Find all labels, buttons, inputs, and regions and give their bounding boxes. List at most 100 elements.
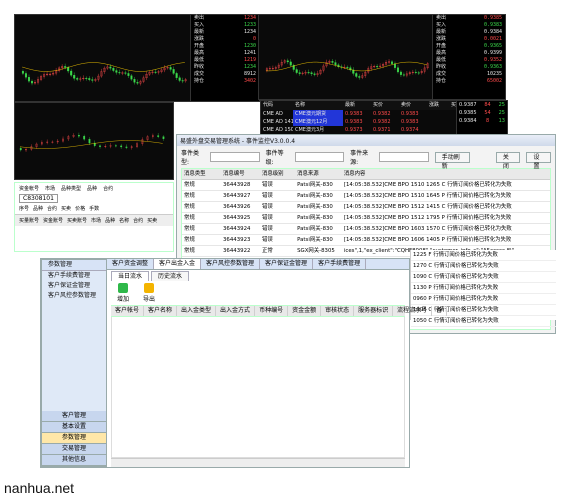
candle-body xyxy=(136,82,139,84)
market-cell: CME AD 1412 xyxy=(263,119,293,125)
filter-event-source-select[interactable] xyxy=(379,152,429,162)
event-cell: 常规 xyxy=(184,226,195,232)
event-header-cell: 消息级别 xyxy=(262,171,284,177)
candle-body xyxy=(376,66,379,68)
quote-row: 开盘 1230 xyxy=(191,43,259,50)
nav-header: 参数管理 xyxy=(42,260,106,271)
column-header[interactable]: 服务器标识 xyxy=(354,306,394,316)
market-header-cell: 名称 xyxy=(295,102,306,108)
admin-tab[interactable]: 客户资金调整 xyxy=(107,259,155,269)
quote-panel: 卖出 0.9385 买入 0.9383 最新 0.9384 涨跌 0.0021 开盘 0.9365… xyxy=(432,15,505,99)
quote-value: 1230 xyxy=(243,43,256,49)
horizontal-scrollbar[interactable] xyxy=(111,458,405,467)
event-row[interactable]: 常规 36443924 错误 Patsi网关-830 [14:05:38.532]CME… xyxy=(182,224,550,235)
nav-section-button[interactable]: 客户管理 xyxy=(42,411,106,422)
candle-body xyxy=(402,74,405,76)
event-cell: Patsi网关-830 xyxy=(297,193,333,199)
event-row[interactable]: 常规 36443923 错误 Patsi网关-830 [14:05:38.532]CME… xyxy=(182,235,550,246)
order-label: 市场 xyxy=(45,186,56,192)
refresh-button[interactable]: 手动刷新 xyxy=(434,151,470,170)
column-header[interactable]: 出入金方式 xyxy=(216,306,256,316)
event-cell: Patsi网关-830 xyxy=(297,204,333,210)
candle-body xyxy=(310,72,313,75)
quote-row: 买入 0.9383 xyxy=(433,22,505,29)
admin-tab[interactable]: 客户保证金管理 xyxy=(260,259,314,269)
column-header[interactable]: 客户帐号 xyxy=(111,306,145,316)
column-header[interactable]: 币种编号 xyxy=(255,306,289,316)
toolbar: 增加 导出 xyxy=(107,281,409,305)
market-header-cell: 最新 xyxy=(345,102,356,108)
nav-item[interactable]: 客户风控参数管理 xyxy=(42,291,106,301)
event-row[interactable]: 常规 36443926 错误 Patsi网关-830 [14:05:38.532]CME… xyxy=(182,202,550,213)
event-cell: Patsi网关-830 xyxy=(297,215,333,221)
event-row[interactable]: 常规 36443928 错误 Patsi网关-830 [14:05:38.532]CME… xyxy=(182,180,550,191)
admin-tab[interactable]: 客户出金入金 xyxy=(154,259,202,269)
order-field-label: 手数 xyxy=(89,206,100,212)
nav-section-button[interactable]: 参数管理 xyxy=(42,433,106,444)
candle-body xyxy=(30,80,34,84)
event-table-header: 消息类型 消息编号 消息级别 消息来源 消息内容 xyxy=(182,169,550,180)
admin-tab[interactable]: 客户手续费管理 xyxy=(313,259,367,269)
event-cell: 常规 xyxy=(184,193,195,199)
quote-label: 最高 xyxy=(436,50,447,56)
column-header[interactable]: 备 xyxy=(432,306,448,316)
candle-body xyxy=(396,67,399,73)
candle-body xyxy=(83,135,86,140)
close-button[interactable]: 关闭 xyxy=(495,151,521,170)
quote-value: 0.0021 xyxy=(483,36,502,42)
filter-event-level-select[interactable] xyxy=(294,152,345,162)
settings-button[interactable]: 设置 xyxy=(526,151,552,170)
filter-event-type: 事件类型: xyxy=(181,150,200,166)
quote-row: 最新 0.9384 xyxy=(433,29,505,36)
nav-section-button[interactable]: 交易管理 xyxy=(42,444,106,455)
account-select[interactable]: C8308101 xyxy=(19,194,58,203)
event-cell: 常规 xyxy=(184,237,195,243)
nav-section-button[interactable]: 基本设置 xyxy=(42,422,106,433)
event-overflow-item: 1270 C 行情订阅价格已转化为失败 xyxy=(411,261,556,272)
nav-item[interactable]: 客户保证金管理 xyxy=(42,281,106,291)
quote-row: 买入 1233 xyxy=(191,22,259,29)
candle-body xyxy=(76,78,79,80)
quote-label: 成交 xyxy=(436,71,447,77)
quote-row: 成交 8912 xyxy=(191,71,259,78)
event-row[interactable]: 常规 36443925 错误 Patsi网关-830 [14:05:38.532]CME… xyxy=(182,213,550,224)
quote-label: 开盘 xyxy=(436,43,447,49)
column-header[interactable]: 出入金类型 xyxy=(177,306,217,316)
order-field-label: 序号 xyxy=(19,206,30,212)
quote-label: 卖出 xyxy=(436,15,447,21)
market-side: 0.9387 84 25 0.9385 54 25 0.9384 8 13 xyxy=(456,101,507,137)
filter-event-type-select[interactable] xyxy=(209,152,260,162)
quote-label: 最高 xyxy=(194,50,205,56)
quote-value: 0.9383 xyxy=(483,22,502,28)
quote-row: 最高 1241 xyxy=(191,50,259,57)
column-header[interactable]: 资金金额 xyxy=(288,306,322,316)
market-cell: CME澳元12月 xyxy=(293,118,343,126)
column-header[interactable]: 审核状态 xyxy=(321,306,355,316)
admin-tab[interactable]: 客户风控参数管理 xyxy=(201,259,261,269)
column-header[interactable]: 流程流水号 xyxy=(393,306,433,316)
event-overflow-item: 0960 P 行情订阅价格已转化为失败 xyxy=(411,294,556,305)
quote-row: 卖出 0.9385 xyxy=(433,15,505,22)
export-button[interactable]: 导出 xyxy=(139,283,159,303)
event-cell: 错误 xyxy=(262,204,273,210)
quote-row: 最高 0.9399 xyxy=(433,50,505,57)
add-button[interactable]: 增加 xyxy=(113,283,133,303)
order-label: 品种 xyxy=(87,186,98,192)
candle-body xyxy=(109,66,112,69)
candle-body xyxy=(127,73,130,76)
side-price: 0.9385 xyxy=(459,110,477,116)
market-cell xyxy=(427,118,449,126)
candle-body xyxy=(307,72,310,74)
nav-item[interactable]: 客户手续费管理 xyxy=(42,271,106,281)
quote-row: 成交 10235 xyxy=(433,71,505,78)
subtab[interactable]: 当日流水 xyxy=(111,271,150,281)
nav-section-button[interactable]: 其他信息 xyxy=(42,455,106,466)
column-header[interactable]: 客户名称 xyxy=(144,306,178,316)
subtab[interactable]: 历史流水 xyxy=(151,271,190,281)
event-row[interactable]: 常规 36443927 错误 Patsi网关-830 [14:05:38.532]CME… xyxy=(182,191,550,202)
quote-label: 最低 xyxy=(194,57,205,63)
candle-body xyxy=(124,72,127,74)
quote-value: 8912 xyxy=(243,71,256,77)
event-cell: 错误 xyxy=(262,193,273,199)
quote-label: 昨收 xyxy=(436,64,447,70)
